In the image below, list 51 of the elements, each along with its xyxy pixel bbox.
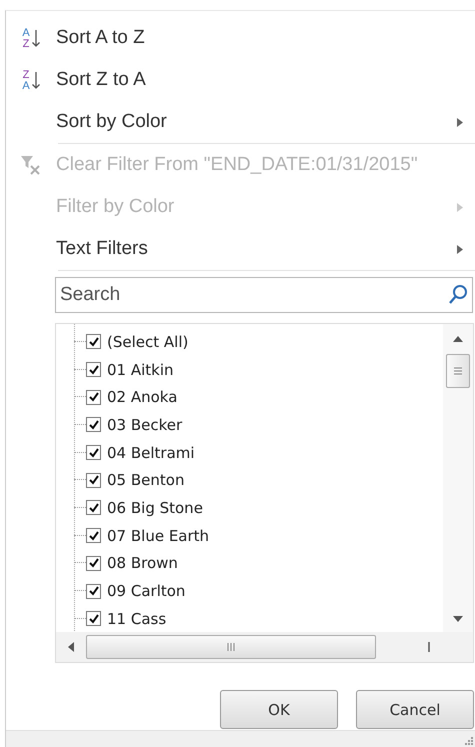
- scroll-left-icon: [68, 642, 74, 652]
- checkmark-icon: [88, 502, 100, 514]
- list-item-label[interactable]: 06 Big Stone: [107, 498, 203, 517]
- scroll-up-icon: [453, 336, 463, 342]
- scroll-down-icon: [453, 616, 463, 622]
- checkmark-icon: [88, 557, 100, 570]
- clear-filter-icon: [20, 154, 42, 176]
- checkmark-icon: [88, 530, 100, 542]
- checkbox[interactable]: [86, 417, 101, 432]
- checkbox[interactable]: [86, 611, 101, 626]
- scroll-thumb[interactable]: [446, 354, 470, 388]
- list-item-label[interactable]: 09 Carlton: [107, 582, 186, 600]
- menu-item[interactable]: Z A Sort Z to A: [6, 59, 475, 101]
- checkmark-icon: [88, 474, 100, 486]
- checkmark-icon: [88, 336, 100, 348]
- menu-item[interactable]: Sort by Color: [6, 101, 475, 143]
- checkbox[interactable]: [86, 334, 101, 350]
- checkmark-icon: [88, 391, 100, 404]
- checkbox[interactable]: [86, 584, 101, 599]
- checkmark-icon: [88, 612, 100, 625]
- dialog-button[interactable]: Cancel: [356, 690, 474, 729]
- list-item-label[interactable]: 03 Becker: [107, 416, 182, 434]
- list-item-label[interactable]: 08 Brown: [107, 554, 178, 572]
- dialog-button[interactable]: OK: [220, 690, 338, 729]
- checkmark-icon: [88, 418, 100, 431]
- checkmark-icon: [88, 364, 100, 376]
- search-icon: [447, 284, 469, 306]
- list-item-label[interactable]: 11 Cass: [107, 610, 166, 628]
- menu-item[interactable]: A Z Sort A to Z: [6, 17, 475, 59]
- checkmark-icon: [88, 585, 100, 598]
- checkbox[interactable]: [86, 528, 101, 544]
- grip-icon: [226, 643, 236, 651]
- checkbox[interactable]: [86, 556, 101, 571]
- list-item-label[interactable]: 02 Anoka: [107, 388, 178, 406]
- search-field[interactable]: Search: [55, 277, 473, 313]
- checkbox[interactable]: [86, 390, 101, 405]
- checkbox[interactable]: [86, 362, 101, 378]
- list-item-label[interactable]: 01 Aitkin: [107, 360, 174, 379]
- list-item-label[interactable]: 04 Beltrami: [107, 444, 195, 462]
- grip-icon: [453, 366, 463, 376]
- checkmark-icon: [88, 446, 100, 459]
- menu-item[interactable]: Text Filters: [6, 228, 475, 270]
- vertical-scrollbar[interactable]: [443, 324, 473, 632]
- checkbox[interactable]: [86, 445, 101, 460]
- list-item-label[interactable]: 05 Benton: [107, 471, 184, 490]
- list-item-label[interactable]: 07 Blue Earth: [107, 526, 210, 545]
- resize-grip-icon: [465, 737, 473, 745]
- scroll-thumb[interactable]: [86, 635, 376, 659]
- checkbox[interactable]: [86, 500, 101, 516]
- list-item-label[interactable]: (Select All): [107, 332, 188, 351]
- checkbox[interactable]: [86, 472, 101, 488]
